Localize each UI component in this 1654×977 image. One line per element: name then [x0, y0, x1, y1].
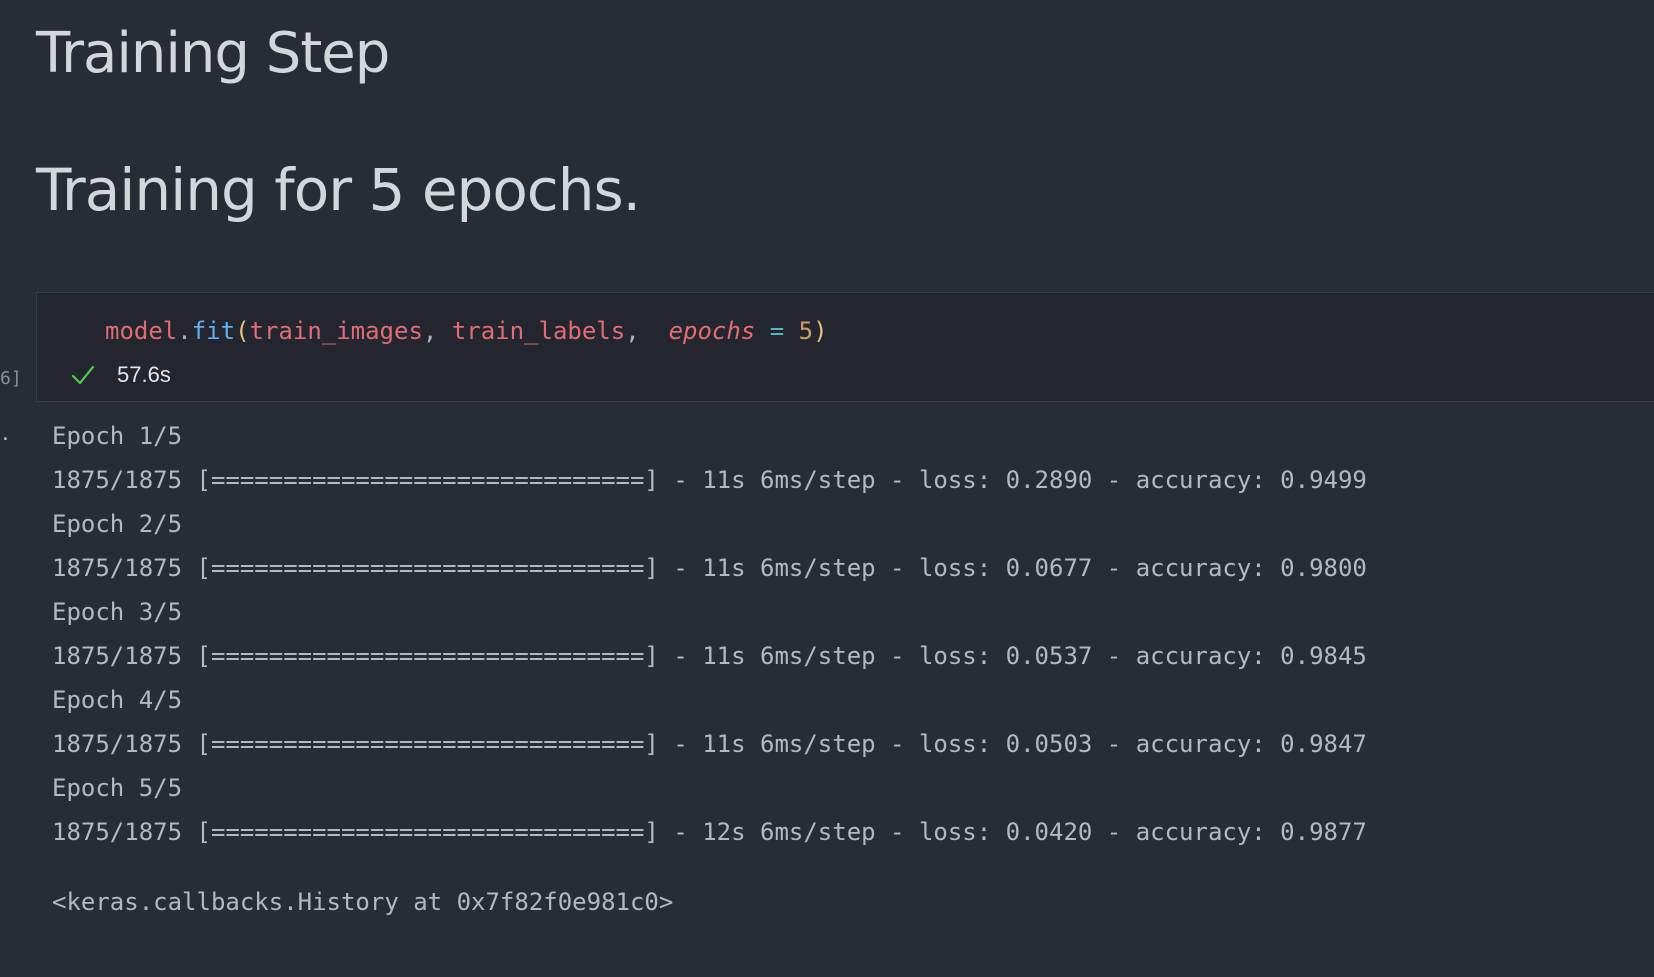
- code-token-open-paren: (: [235, 317, 250, 345]
- code-token-object: model: [105, 317, 178, 345]
- output-result: <keras.callbacks.History at 0x7f82f0e981…: [52, 888, 674, 916]
- execution-status: 57.6s: [69, 359, 171, 391]
- code-editor-line[interactable]: model.fit(train_images, train_labels, ep…: [105, 313, 828, 349]
- output-line: 1875/1875 [=============================…: [52, 818, 1367, 846]
- markdown-heading-1: Training Step: [36, 21, 390, 86]
- code-token-method: fit: [191, 317, 236, 345]
- code-token-arg2: train_labels: [451, 317, 626, 345]
- output-line: Epoch 3/5: [52, 598, 183, 626]
- execution-count: 6]: [0, 368, 22, 389]
- code-token-close-paren: ): [813, 317, 828, 345]
- markdown-heading-2: Training for 5 epochs.: [36, 156, 641, 224]
- output-line: 1875/1875 [=============================…: [52, 466, 1367, 494]
- output-line: Epoch 4/5: [52, 686, 183, 714]
- code-token-assign: =: [755, 317, 799, 345]
- code-token-kwarg: epochs: [668, 317, 756, 345]
- code-token-comma: ,: [422, 317, 452, 345]
- code-token-dot: .: [177, 317, 192, 345]
- output-line: 1875/1875 [=============================…: [52, 554, 1367, 582]
- output-line: 1875/1875 [=============================…: [52, 730, 1367, 758]
- code-token-comma: ,: [625, 317, 669, 345]
- output-line: Epoch 5/5: [52, 774, 183, 802]
- output-line: Epoch 2/5: [52, 510, 183, 538]
- code-token-number: 5: [798, 317, 814, 345]
- execution-time: 57.6s: [117, 362, 171, 387]
- output-line: 1875/1875 [=============================…: [52, 642, 1367, 670]
- cell-output: Epoch 1/5 1875/1875 [===================…: [52, 414, 1367, 854]
- code-cell[interactable]: model.fit(train_images, train_labels, ep…: [36, 292, 1654, 402]
- output-line: Epoch 1/5: [52, 422, 183, 450]
- output-marker: .: [0, 424, 11, 445]
- code-token-arg1: train_images: [249, 317, 423, 345]
- check-icon: [71, 365, 95, 385]
